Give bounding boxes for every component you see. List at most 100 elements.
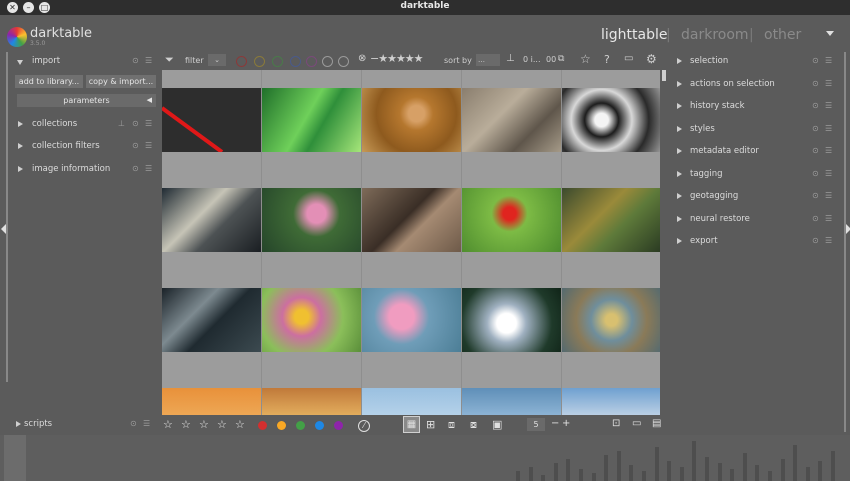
rating-star-4-icon[interactable]: ☆ bbox=[217, 418, 227, 431]
module-neural-restore[interactable]: neural restore ⊙ ☰ bbox=[668, 212, 840, 228]
reset-icon[interactable]: ⊙ bbox=[132, 164, 139, 173]
thumbnail-image[interactable] bbox=[462, 388, 561, 415]
thumbnail-image[interactable] bbox=[562, 388, 660, 415]
presets-icon[interactable]: ☰ bbox=[825, 101, 832, 110]
add-to-library-button[interactable]: add to library... bbox=[15, 75, 83, 88]
filemanager-icon[interactable]: ▦ bbox=[403, 416, 420, 433]
presets-icon[interactable]: ☰ bbox=[145, 141, 152, 150]
sort-dropdown[interactable]: … bbox=[476, 54, 500, 66]
thumbnail-cell[interactable] bbox=[162, 70, 262, 171]
thumbnail-grid[interactable] bbox=[162, 70, 660, 415]
module-scripts[interactable]: scripts ⊙ ☰ bbox=[6, 417, 156, 433]
culling-icon[interactable]: ⧈ bbox=[448, 418, 455, 432]
presets-icon[interactable]: ☰ bbox=[825, 191, 832, 200]
right-panel-scrollbar[interactable] bbox=[844, 52, 846, 432]
focus-peaking-icon[interactable]: ⊡ bbox=[612, 418, 620, 429]
rejected-filter-icon[interactable]: ⊗ bbox=[358, 53, 366, 64]
presets-icon[interactable]: ☰ bbox=[145, 56, 152, 65]
view-lighttable[interactable]: lighttable bbox=[601, 27, 668, 43]
thumbnail-image[interactable] bbox=[362, 288, 461, 352]
color-label-icon[interactable] bbox=[296, 421, 305, 430]
presets-icon[interactable]: ☰ bbox=[825, 56, 832, 65]
thumbnail-cell[interactable] bbox=[262, 370, 362, 415]
sort-icon[interactable]: ⊥ bbox=[118, 119, 125, 128]
color-label-icon[interactable] bbox=[334, 421, 343, 430]
module-selection[interactable]: selection ⊙ ☰ bbox=[668, 54, 840, 70]
zoom-out-button[interactable]: − bbox=[551, 418, 559, 429]
sort-order-icon[interactable]: ⊥ bbox=[506, 53, 515, 64]
thumbnail-cell[interactable] bbox=[462, 70, 562, 171]
module-metadata-editor[interactable]: metadata editor ⊙ ☰ bbox=[668, 144, 840, 160]
chevron-down-icon[interactable] bbox=[826, 31, 834, 36]
reset-icon[interactable]: ⊙ bbox=[812, 236, 819, 245]
thumbnail-cell[interactable] bbox=[262, 170, 362, 271]
rating-star-2-icon[interactable]: ☆ bbox=[181, 418, 191, 431]
thumbnail-image[interactable] bbox=[462, 88, 561, 152]
preview-icon[interactable]: ▣ bbox=[492, 418, 502, 431]
thumbnail-cell[interactable] bbox=[562, 270, 660, 371]
presets-icon[interactable]: ☰ bbox=[825, 124, 832, 133]
thumbnail-image[interactable] bbox=[362, 388, 461, 415]
presets-icon[interactable]: ☰ bbox=[145, 119, 152, 128]
module-tagging[interactable]: tagging ⊙ ☰ bbox=[668, 167, 840, 183]
thumbnail-cell[interactable] bbox=[262, 70, 362, 171]
module-actions-on-selection[interactable]: actions on selection ⊙ ☰ bbox=[668, 77, 840, 93]
presets-icon[interactable]: ☰ bbox=[825, 146, 832, 155]
reset-icon[interactable]: ⊙ bbox=[812, 169, 819, 178]
reset-icon[interactable]: ⊙ bbox=[132, 141, 139, 150]
reset-icon[interactable]: ⊙ bbox=[812, 214, 819, 223]
color-filter-gray-icon[interactable] bbox=[322, 56, 333, 67]
zoom-in-button[interactable]: + bbox=[562, 418, 570, 429]
thumbnail-cell[interactable] bbox=[362, 170, 462, 271]
question-icon[interactable]: ? bbox=[604, 53, 610, 66]
star-icon[interactable]: ☆ bbox=[580, 52, 591, 66]
reset-icon[interactable]: ⊙ bbox=[812, 191, 819, 200]
color-filter-blue-icon[interactable] bbox=[290, 56, 301, 67]
gear-icon[interactable]: ⚙ bbox=[646, 52, 657, 66]
thumbnail-image[interactable] bbox=[462, 288, 561, 352]
color-filter-all-icon[interactable] bbox=[338, 56, 349, 67]
grouping-icon[interactable]: ⧉ bbox=[558, 54, 564, 64]
parameters-toggle[interactable]: parameters ◀ bbox=[17, 94, 156, 107]
thumbnail-image[interactable] bbox=[162, 288, 261, 352]
module-history-stack[interactable]: history stack ⊙ ☰ bbox=[668, 99, 840, 115]
thumbnail-image[interactable] bbox=[262, 388, 361, 415]
reset-icon[interactable]: ⊙ bbox=[132, 119, 139, 128]
thumbnail-cell[interactable] bbox=[262, 270, 362, 371]
module-styles[interactable]: styles ⊙ ☰ bbox=[668, 122, 840, 138]
timeline[interactable] bbox=[0, 435, 850, 481]
presets-icon[interactable]: ☰ bbox=[825, 79, 832, 88]
keyboard-icon[interactable]: ▭ bbox=[624, 53, 633, 64]
rating-star-5-icon[interactable]: ☆ bbox=[235, 418, 245, 431]
thumbnail-image[interactable] bbox=[562, 288, 660, 352]
reset-icon[interactable]: ⊙ bbox=[812, 146, 819, 155]
thumbnail-cell[interactable] bbox=[562, 70, 660, 171]
module-export[interactable]: export ⊙ ☰ bbox=[668, 234, 840, 250]
reset-icon[interactable]: ⊙ bbox=[812, 101, 819, 110]
thumbnail-cell[interactable] bbox=[162, 170, 262, 271]
copy-and-import-button[interactable]: copy & import... bbox=[86, 75, 156, 88]
color-label-icon[interactable] bbox=[277, 421, 286, 430]
thumbnail-image[interactable] bbox=[362, 188, 461, 252]
thumbnail-cell[interactable] bbox=[562, 170, 660, 271]
reset-icon[interactable]: ⊙ bbox=[812, 56, 819, 65]
thumbnail-image[interactable] bbox=[162, 388, 261, 415]
thumbnail-image[interactable] bbox=[562, 188, 660, 252]
thumbnail-image[interactable] bbox=[262, 88, 361, 152]
thumbnail-cell[interactable] bbox=[362, 370, 462, 415]
reset-icon[interactable]: ⊙ bbox=[130, 419, 137, 428]
color-filter-green-icon[interactable] bbox=[272, 56, 283, 67]
thumbnail-cell[interactable] bbox=[162, 370, 262, 415]
module-import[interactable]: import ⊙ ☰ bbox=[8, 54, 158, 70]
thumbnail-image[interactable] bbox=[362, 88, 461, 152]
culling-dynamic-icon[interactable]: ⧇ bbox=[470, 418, 477, 432]
reject-icon[interactable]: ⁄ bbox=[358, 420, 370, 432]
color-filter-yellow-icon[interactable] bbox=[254, 56, 265, 67]
reset-icon[interactable]: ⊙ bbox=[132, 56, 139, 65]
thumbnail-cell[interactable] bbox=[462, 370, 562, 415]
color-label-icon[interactable] bbox=[315, 421, 324, 430]
thumbnail-image[interactable] bbox=[162, 88, 261, 154]
presets-icon[interactable]: ☰ bbox=[143, 419, 150, 428]
view-other[interactable]: other bbox=[764, 27, 801, 43]
thumbnail-cell[interactable] bbox=[462, 270, 562, 371]
